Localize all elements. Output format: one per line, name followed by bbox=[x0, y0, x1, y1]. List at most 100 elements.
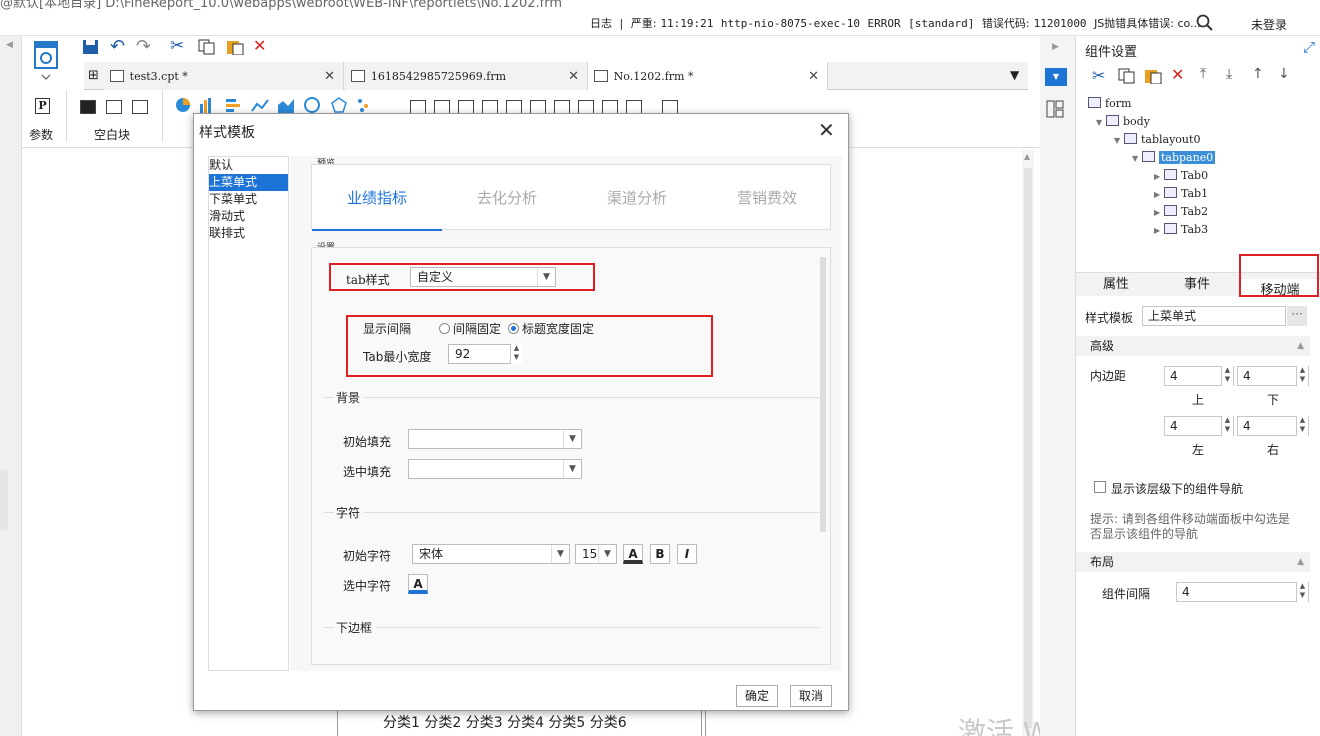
login-status[interactable]: 未登录 bbox=[1251, 16, 1287, 33]
layout-panel-icon[interactable] bbox=[1046, 100, 1064, 118]
delete-icon[interactable]: ✕ bbox=[253, 36, 266, 55]
close-icon[interactable]: ✕ bbox=[808, 69, 819, 84]
widget-checkbox-icon[interactable] bbox=[626, 100, 642, 114]
tree-node-tab2[interactable]: ▶ Tab2 bbox=[1154, 204, 1208, 220]
tree-node-tablayout0[interactable]: ▼ tablayout0 bbox=[1114, 132, 1200, 148]
tree-node-tab3[interactable]: ▶ Tab3 bbox=[1154, 222, 1208, 238]
widget-grid-icon[interactable] bbox=[530, 100, 546, 114]
save-icon[interactable] bbox=[82, 39, 100, 55]
collapse-right-icon[interactable]: ▶ bbox=[1052, 42, 1059, 52]
widget-textarea-icon[interactable] bbox=[578, 100, 594, 114]
tab-properties[interactable]: 属性 bbox=[1076, 273, 1156, 297]
block-table-icon[interactable] bbox=[132, 100, 148, 114]
style-template-field[interactable]: 上菜单式 bbox=[1142, 306, 1286, 326]
scroll-up-icon[interactable]: ▲ bbox=[1024, 152, 1030, 161]
section-layout[interactable]: 布局 ▲ bbox=[1076, 552, 1310, 572]
cut-icon[interactable]: ✂ bbox=[1092, 66, 1105, 85]
gap-input[interactable]: 4 bbox=[1176, 582, 1309, 602]
close-icon[interactable]: ✕ bbox=[324, 69, 335, 84]
more-button[interactable]: ··· bbox=[1287, 306, 1307, 326]
log-code-label: 错误代码: bbox=[981, 17, 1030, 30]
paste-icon[interactable] bbox=[1144, 68, 1162, 84]
tree-node-tabpane0[interactable]: ▼ tabpane0 bbox=[1132, 150, 1216, 166]
style-item-bottom-menu[interactable]: 下菜单式 bbox=[209, 191, 288, 208]
move-bottom-icon[interactable]: ⤓ bbox=[1226, 66, 1232, 82]
move-up-icon[interactable]: ↑ bbox=[1252, 66, 1264, 82]
font-color-icon[interactable]: A bbox=[623, 544, 643, 564]
sel-fill-combo[interactable]: ▼ bbox=[408, 459, 582, 479]
spinner-icon[interactable]: ▲ ▼ bbox=[1296, 366, 1308, 386]
tab-menu-icon[interactable]: ▼ bbox=[1010, 68, 1019, 82]
font-size-combo[interactable]: 15 ▼ bbox=[575, 544, 617, 564]
move-top-icon[interactable]: ⤒ bbox=[1200, 66, 1206, 82]
tab-1618542985725969[interactable]: 1618542985725969.frm ✕ bbox=[345, 62, 588, 90]
copy-icon[interactable] bbox=[1118, 68, 1136, 84]
widget-combo-icon[interactable] bbox=[482, 100, 498, 114]
tree-node-form[interactable]: form bbox=[1088, 96, 1131, 112]
widget-search-icon[interactable] bbox=[662, 100, 678, 114]
collapse-left-icon[interactable]: ◀ bbox=[6, 40, 13, 50]
param-icon[interactable]: P bbox=[35, 98, 50, 114]
section-advanced[interactable]: 高级 ▲ bbox=[1076, 336, 1310, 356]
block-black-icon[interactable] bbox=[80, 100, 96, 114]
tree-node-body[interactable]: ▼ body bbox=[1096, 114, 1150, 130]
style-item-row[interactable]: 联排式 bbox=[209, 225, 288, 242]
grid-icon[interactable]: ⊞ bbox=[88, 68, 99, 83]
widget-number-icon[interactable] bbox=[554, 100, 570, 114]
cancel-button[interactable]: 取消 bbox=[790, 685, 832, 707]
delete-icon[interactable]: ✕ bbox=[1171, 65, 1184, 84]
redo-icon[interactable]: ↷ bbox=[136, 36, 151, 57]
chart-icons[interactable] bbox=[174, 96, 384, 114]
tree-node-tab0[interactable]: ▶ Tab0 bbox=[1154, 168, 1208, 184]
undo-icon[interactable]: ↶ bbox=[110, 36, 125, 57]
bold-icon[interactable]: B bbox=[650, 544, 670, 564]
italic-icon[interactable]: I bbox=[677, 544, 697, 564]
log-label[interactable]: 日志 bbox=[590, 17, 612, 30]
tab-events[interactable]: 事件 bbox=[1156, 273, 1238, 297]
tree-node-tab1[interactable]: ▶ Tab1 bbox=[1154, 186, 1208, 202]
chevron-down-icon[interactable]: ▼ bbox=[598, 545, 616, 563]
style-item-default[interactable]: 默认 bbox=[209, 157, 288, 174]
spinner-icon[interactable]: ▲ ▼ bbox=[1296, 582, 1308, 602]
settings-scroll-thumb[interactable] bbox=[820, 257, 826, 532]
chevron-down-icon[interactable]: ▼ bbox=[563, 460, 581, 478]
font-combo[interactable]: 宋体 ▼ bbox=[412, 544, 570, 564]
widget-date-icon[interactable] bbox=[506, 100, 522, 114]
chevron-down-icon[interactable]: ▼ bbox=[563, 430, 581, 448]
settings-panel-icon[interactable]: ▼ bbox=[1045, 68, 1067, 86]
init-fill-combo[interactable]: ▼ bbox=[408, 429, 582, 449]
move-down-icon[interactable]: ↓ bbox=[1278, 66, 1290, 82]
widget-text-icon[interactable] bbox=[434, 100, 450, 114]
cut-icon[interactable]: ✂ bbox=[170, 36, 184, 56]
block-grid-icon[interactable] bbox=[106, 100, 122, 114]
tree-toolbar: ✂ ✕ ⤒ ⤓ ↑ ↓ bbox=[1084, 65, 1320, 88]
spinner-icon[interactable]: ▲ ▼ bbox=[1296, 416, 1308, 436]
style-item-slide[interactable]: 滑动式 bbox=[209, 208, 288, 225]
search-icon[interactable] bbox=[1196, 14, 1214, 32]
show-nav-checkbox[interactable] bbox=[1094, 481, 1106, 493]
chevron-down-icon[interactable]: ▼ bbox=[551, 545, 569, 563]
canvas-scrollbar[interactable]: ▲ bbox=[1022, 150, 1034, 736]
paste-icon[interactable] bbox=[226, 39, 244, 55]
gutter-handle[interactable] bbox=[0, 470, 8, 530]
widget-button-icon[interactable] bbox=[458, 100, 474, 114]
spinner-icon[interactable]: ▲ ▼ bbox=[1221, 416, 1233, 436]
tab-icon bbox=[1164, 223, 1177, 234]
tab-test3[interactable]: test3.cpt * ✕ bbox=[104, 62, 344, 90]
dialog-title: 样式模板 bbox=[199, 125, 255, 141]
widget-radio-icon[interactable] bbox=[602, 100, 618, 114]
style-item-top-menu[interactable]: 上菜单式 bbox=[209, 174, 288, 191]
close-icon[interactable]: ✕ bbox=[568, 69, 579, 84]
copy-icon[interactable] bbox=[198, 39, 216, 55]
background-label: 背景 bbox=[334, 389, 365, 406]
template-icon[interactable] bbox=[32, 40, 62, 80]
ok-button[interactable]: 确定 bbox=[736, 685, 778, 707]
widget-label-icon[interactable] bbox=[410, 100, 426, 114]
close-icon[interactable]: ✕ bbox=[818, 118, 835, 142]
divider bbox=[324, 512, 819, 513]
spinner-icon[interactable]: ▲ ▼ bbox=[1221, 366, 1233, 386]
selected-font-color-icon[interactable]: A bbox=[408, 574, 428, 594]
tab-no1202[interactable]: No.1202.frm * ✕ bbox=[588, 62, 828, 90]
expand-icon[interactable]: ⤢ bbox=[1303, 38, 1315, 56]
scroll-thumb[interactable] bbox=[1024, 168, 1032, 728]
